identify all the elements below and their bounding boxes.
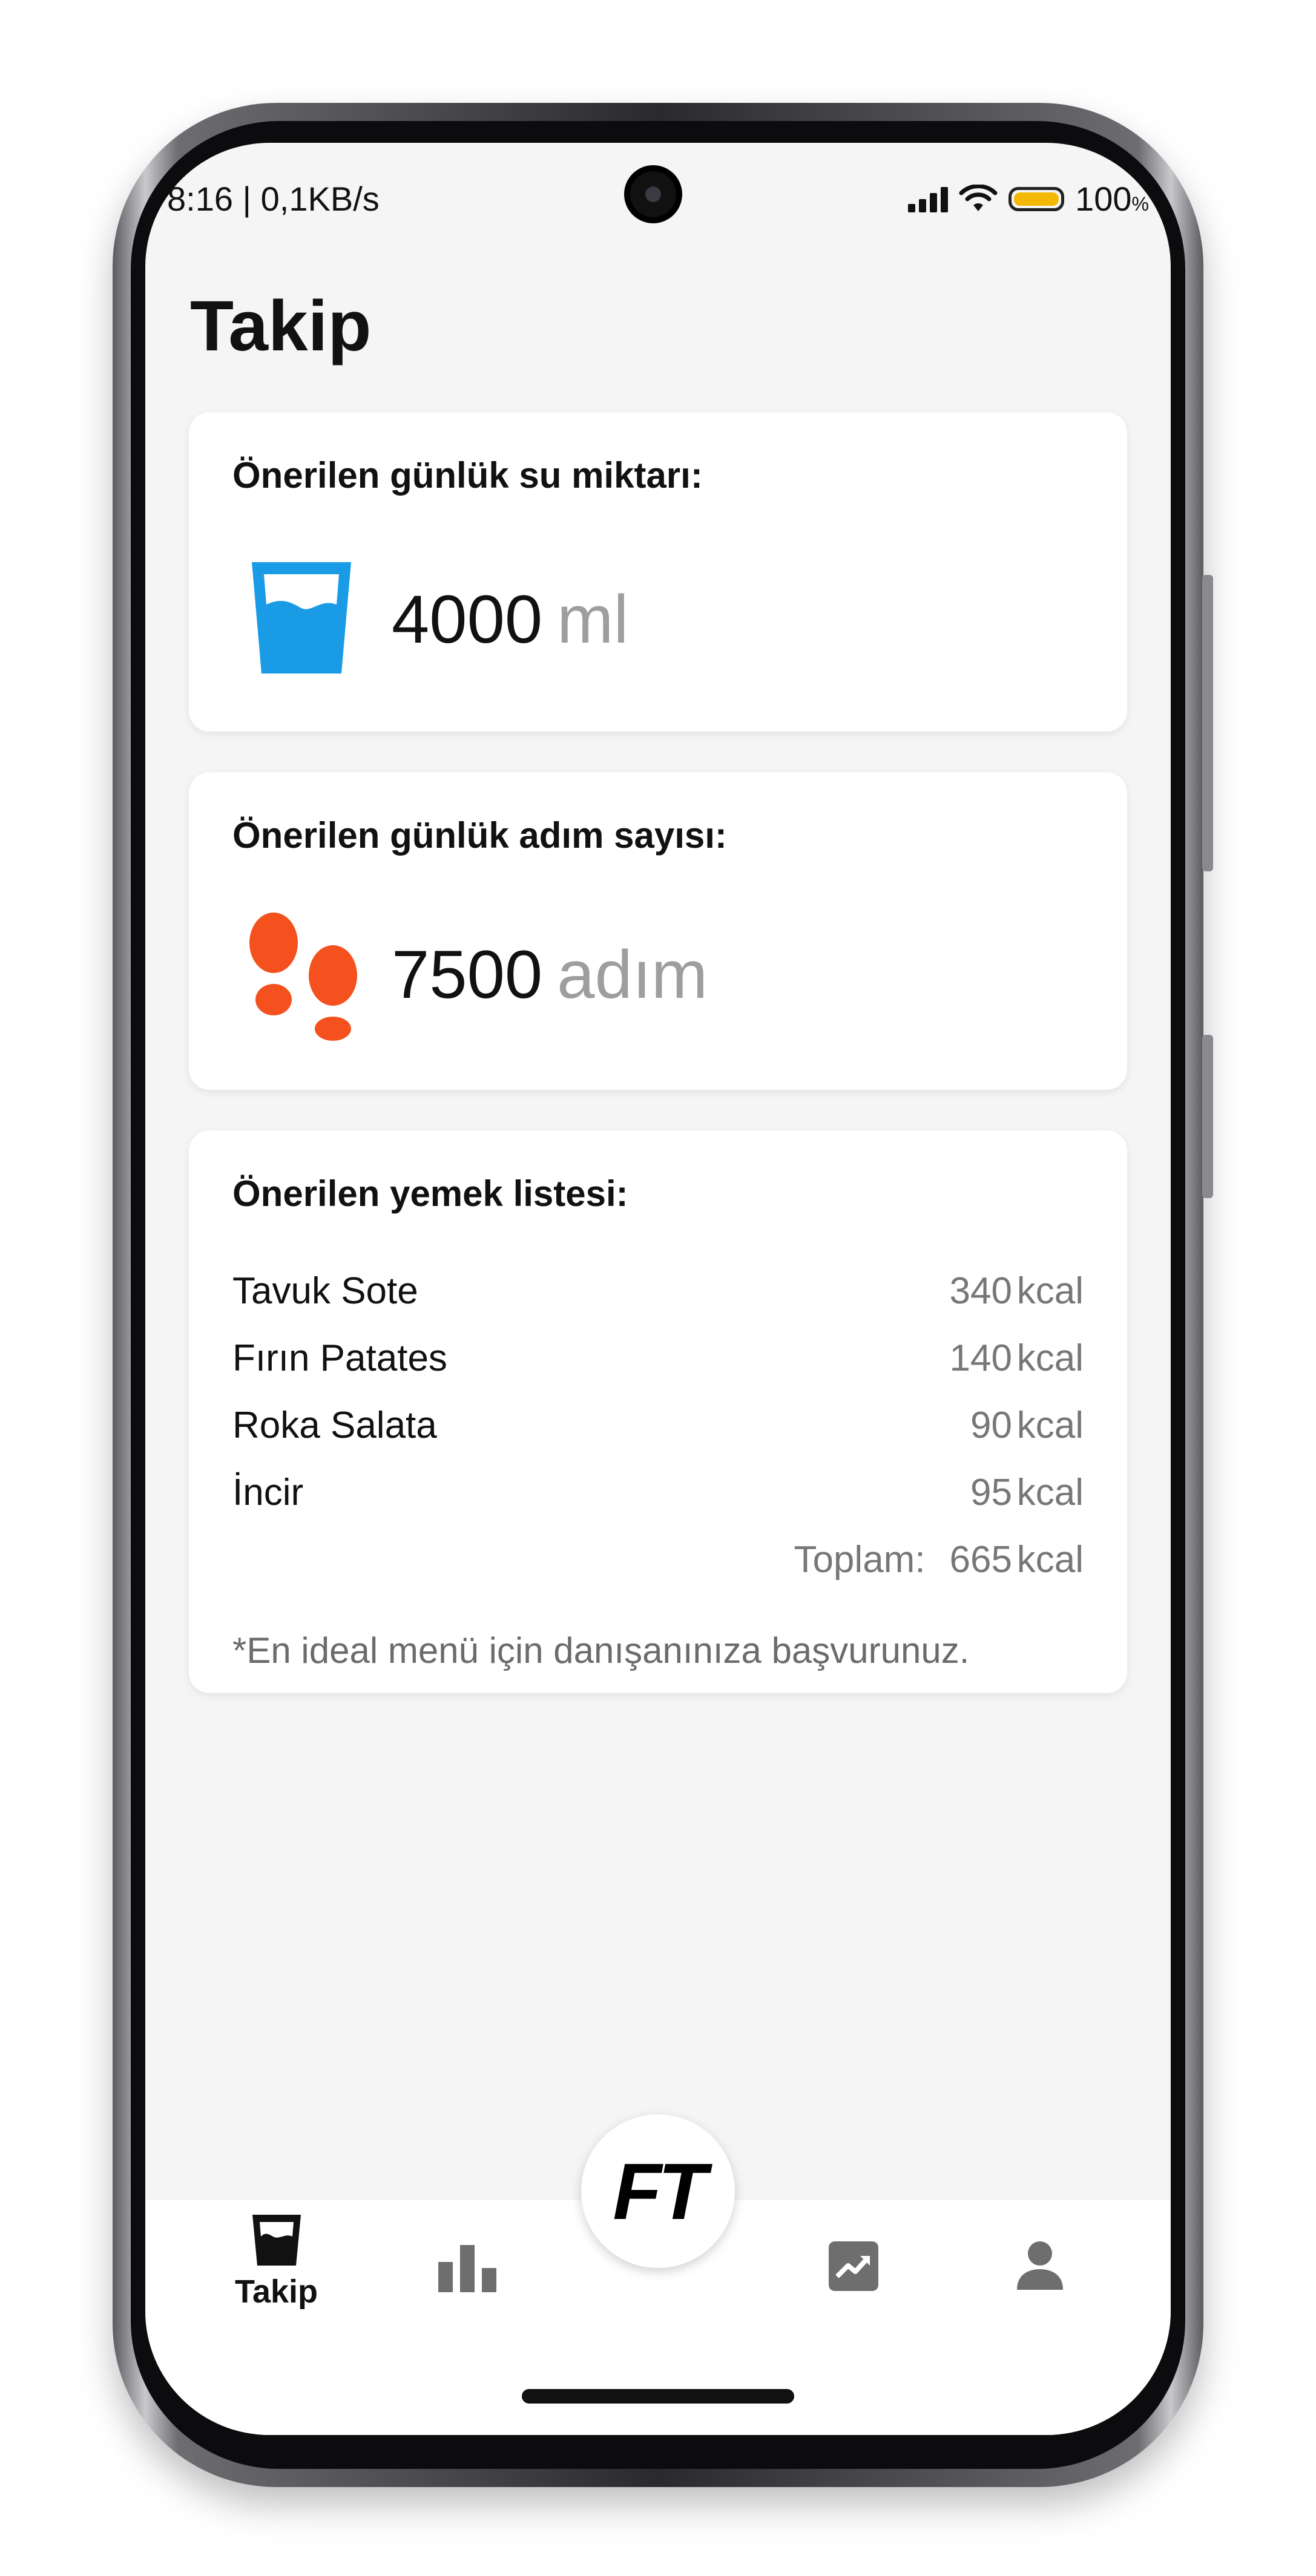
bar-chart-icon [438,2245,496,2292]
food-list: Tavuk Sote 340 kcal Fırın Patates 140 kcal… [232,1257,1084,1593]
home-indicator[interactable] [522,2389,794,2404]
steps-value: 7500 adım [392,936,708,1014]
page-title: Takip [190,286,372,366]
steps-unit: adım [557,937,708,1012]
total-unit: kcal [1016,1539,1084,1581]
power-button [1202,575,1213,871]
list-item: Fırın Patates 140 kcal [232,1325,1084,1392]
total-label: Toplam: [794,1539,926,1581]
food-kcal: 340 kcal [949,1270,1084,1312]
food-card-title: Önerilen yemek listesi: [232,1173,628,1214]
glass-icon [252,2215,301,2266]
steps-card-title: Önerilen günlük adım sayısı: [232,815,727,856]
signal-icon [908,186,949,212]
water-value: 4000 ml [392,580,628,658]
food-kcal: 140 kcal [949,1337,1084,1379]
food-name: Tavuk Sote [232,1270,418,1312]
water-card-title: Önerilen günlük su miktarı: [232,455,703,496]
person-icon [1017,2241,1063,2290]
battery-percent: 100% [1075,180,1149,218]
status-bar: 8:16 | 0,1KB/s 100% [167,179,1149,218]
screen: 8:16 | 0,1KB/s 100% Takip Önerilen günlü… [145,143,1171,2435]
wifi-icon [959,184,998,211]
trending-up-icon [829,2241,878,2291]
water-amount: 4000 [392,582,543,657]
total-value: 665 [949,1539,1012,1581]
list-item: Tavuk Sote 340 kcal [232,1257,1084,1325]
status-icons: 100% [908,179,1149,218]
food-name: Roka Salata [232,1404,437,1446]
tab-profile[interactable] [1016,2240,1064,2290]
food-name: İncir [232,1472,304,1513]
battery-icon [1008,186,1065,211]
status-time: 8:16 | 0,1KB/s [167,180,380,218]
water-card: Önerilen günlük su miktarı: 4000 ml [189,412,1127,732]
list-item: Roka Salata 90 kcal [232,1392,1084,1459]
water-glass-icon [252,562,351,673]
food-kcal: 95 kcal [970,1472,1084,1513]
water-unit: ml [557,582,629,657]
tab-stats[interactable] [438,2245,496,2292]
steps-card: Önerilen günlük adım sayısı: 7500 adım [189,772,1127,1090]
tab-takip[interactable]: Takip [235,2212,318,2310]
tab-progress[interactable] [829,2241,878,2291]
steps-amount: 7500 [392,937,543,1012]
ft-logo-button[interactable]: FT [581,2114,735,2268]
food-total: Toplam: 665 kcal [232,1526,1084,1593]
food-name: Fırın Patates [232,1337,447,1379]
food-note: *En ideal menü için danışanınıza başvuru… [232,1630,970,1671]
food-kcal: 90 kcal [970,1404,1084,1446]
tab-takip-label: Takip [235,2273,318,2310]
food-card: Önerilen yemek listesi: Tavuk Sote 340 kc… [189,1130,1127,1693]
volume-button [1202,1035,1213,1198]
list-item: İncir 95 kcal [232,1459,1084,1526]
footprints-icon [249,913,357,1041]
